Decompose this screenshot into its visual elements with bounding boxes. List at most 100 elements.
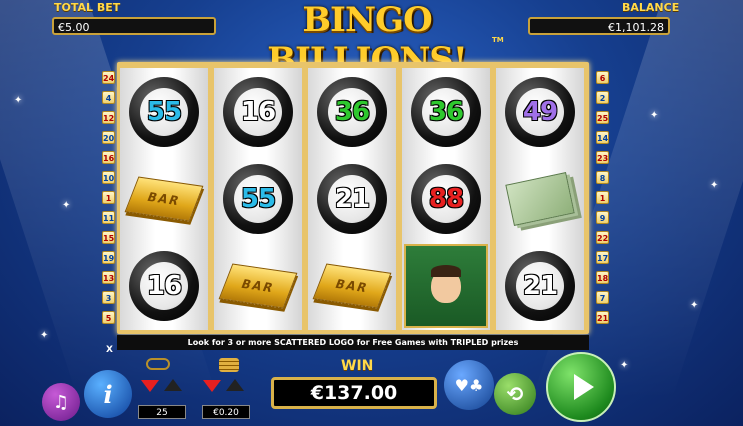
autoplay-icon: ⟲ <box>506 382 524 406</box>
reel-symbol: 55 <box>120 68 208 155</box>
lines-increase-button[interactable] <box>164 379 182 391</box>
ball-number: 36 <box>328 87 376 136</box>
arrow-down-icon <box>203 380 221 392</box>
bingo-ball-symbol: 55 <box>223 163 293 234</box>
win-value: €137.00 <box>271 377 437 409</box>
payline-marker[interactable]: 16 <box>102 151 115 164</box>
ball-number: 21 <box>516 261 564 310</box>
balance-label: BALANCE <box>622 1 680 14</box>
bingo-ball-symbol: 36 <box>317 76 387 147</box>
ball-number: 16 <box>140 261 188 310</box>
gamble-button[interactable]: ♥♣ <box>444 360 494 410</box>
music-note-icon: ♫ <box>52 391 70 413</box>
payline-marker[interactable]: 10 <box>102 171 115 184</box>
payline-marker[interactable]: 4 <box>102 91 115 104</box>
ball-number: 55 <box>140 87 188 136</box>
coin-decrease-button[interactable] <box>203 380 221 392</box>
payline-marker[interactable]: 23 <box>596 151 609 164</box>
star-decoration: ✦ <box>62 200 71 211</box>
reel-symbol: BAR <box>214 242 302 329</box>
reel-symbol: 21 <box>496 242 584 329</box>
x-label: X <box>106 345 113 355</box>
reel-symbol: 16 <box>214 68 302 155</box>
payline-marker[interactable]: 18 <box>596 271 609 284</box>
reel-1: 55 BAR 16 <box>120 68 208 330</box>
lines-coil-icon <box>146 358 170 370</box>
reel-symbol: BAR <box>308 242 396 329</box>
lines-value: 25 <box>138 405 186 419</box>
payline-marker[interactable]: 1 <box>102 191 115 204</box>
star-decoration: ✦ <box>650 110 659 121</box>
arrow-up-icon <box>226 379 244 391</box>
coin-increase-button[interactable] <box>226 379 244 391</box>
reel-symbol: 36 <box>402 68 490 155</box>
info-message: Look for 3 or more SCATTERED LOGO for Fr… <box>117 335 589 350</box>
payline-marker[interactable]: 9 <box>596 211 609 224</box>
reel-symbol: 49 <box>496 68 584 155</box>
payline-marker[interactable]: 22 <box>596 231 609 244</box>
win-label: WIN <box>341 358 374 374</box>
trademark-mark: TM <box>492 36 504 44</box>
star-decoration: ✦ <box>40 330 49 341</box>
payline-marker[interactable]: 21 <box>596 311 609 324</box>
payline-marker[interactable]: 20 <box>102 131 115 144</box>
game-title: BINGO BILLIONS! <box>267 0 468 80</box>
reel-4: 36 88 <box>402 68 490 330</box>
bingo-ball-symbol: 16 <box>223 76 293 147</box>
bingo-ball-symbol: 21 <box>505 250 575 321</box>
card-suits-icon: ♥♣ <box>454 375 484 395</box>
payline-marker[interactable]: 1 <box>596 191 609 204</box>
ball-number: 49 <box>516 87 564 136</box>
reel-symbol <box>402 242 490 329</box>
star-decoration: ✦ <box>620 360 629 371</box>
reel-symbol: 88 <box>402 155 490 242</box>
payline-marker[interactable]: 6 <box>596 71 609 84</box>
reel-symbol: 55 <box>214 155 302 242</box>
ball-number: 21 <box>328 174 376 223</box>
bingo-ball-symbol: 49 <box>505 76 575 147</box>
payline-marker[interactable]: 8 <box>596 171 609 184</box>
total-bet-label: TOTAL BET <box>54 1 121 14</box>
gold-bar-symbol: BAR <box>312 262 392 309</box>
arrow-down-icon <box>141 380 159 392</box>
payline-marker[interactable]: 25 <box>596 111 609 124</box>
ball-number: 16 <box>234 87 282 136</box>
coin-stack-icon <box>219 358 239 372</box>
payline-marker[interactable]: 12 <box>102 111 115 124</box>
ball-number: 88 <box>422 174 470 223</box>
payline-marker[interactable]: 11 <box>102 211 115 224</box>
payline-marker[interactable]: 19 <box>102 251 115 264</box>
payline-marker[interactable]: 2 <box>596 91 609 104</box>
gold-bar-symbol: BAR <box>218 262 298 309</box>
info-button[interactable]: i <box>84 370 132 418</box>
star-decoration: ✦ <box>710 180 719 191</box>
bingo-ball-symbol: 55 <box>129 76 199 147</box>
info-icon: i <box>103 379 113 409</box>
payline-marker[interactable]: 24 <box>102 71 115 84</box>
reel-symbol: BAR <box>120 155 208 242</box>
lines-decrease-button[interactable] <box>141 380 159 392</box>
reel-2: 16 55 BAR <box>214 68 302 330</box>
bingo-ball-symbol: 21 <box>317 163 387 234</box>
payline-marker[interactable]: 3 <box>102 291 115 304</box>
payline-marker[interactable]: 14 <box>596 131 609 144</box>
reel-5: 49 21 <box>496 68 584 330</box>
bingo-ball-symbol: 88 <box>411 163 481 234</box>
reel-3: 36 21 BAR <box>308 68 396 330</box>
star-decoration: ✦ <box>690 300 699 311</box>
payline-marker[interactable]: 17 <box>596 251 609 264</box>
ball-number: 36 <box>422 87 470 136</box>
music-toggle-button[interactable]: ♫ <box>42 383 80 421</box>
play-icon <box>574 374 594 400</box>
bingo-ball-symbol: 36 <box>411 76 481 147</box>
spin-button[interactable] <box>546 352 616 422</box>
payline-marker[interactable]: 7 <box>596 291 609 304</box>
payline-marker[interactable]: 15 <box>102 231 115 244</box>
payline-marker[interactable]: 13 <box>102 271 115 284</box>
payline-marker[interactable]: 5 <box>102 311 115 324</box>
reel-symbol: 21 <box>308 155 396 242</box>
gold-bar-symbol: BAR <box>124 175 204 222</box>
autoplay-button[interactable]: ⟲ <box>494 373 536 415</box>
bingo-host-symbol <box>404 243 488 328</box>
star-decoration: ✦ <box>14 95 23 106</box>
